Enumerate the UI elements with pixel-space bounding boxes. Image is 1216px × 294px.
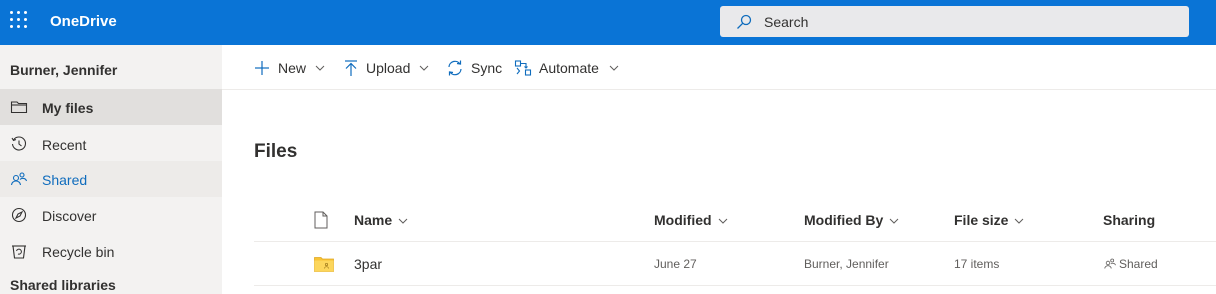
column-header-name[interactable]: Name	[354, 212, 408, 228]
sync-label: Sync	[471, 60, 503, 76]
chevron-down-icon	[718, 218, 727, 225]
app-launcher-icon[interactable]	[10, 11, 28, 29]
sidebar-item-my-files[interactable]: My files	[0, 89, 222, 125]
page-title: Files	[254, 141, 298, 162]
trash-icon	[12, 245, 26, 259]
automate-button[interactable]: Automate	[514, 58, 622, 78]
sync-icon	[448, 60, 462, 76]
folder-icon	[10, 101, 28, 114]
app-title[interactable]: OneDrive	[50, 13, 117, 30]
sidebar-item-recycle-bin[interactable]: Recycle bin	[0, 233, 222, 269]
upload-label: Upload	[366, 60, 411, 76]
sidebar-item-label: Recycle bin	[42, 244, 115, 260]
sidebar-item-shared[interactable]: Shared	[0, 161, 222, 197]
row-file-size: 17 items	[954, 257, 1000, 271]
sidebar-item-discover[interactable]: Discover	[0, 197, 222, 233]
column-header-label: Name	[354, 212, 393, 228]
sidebar-item-label: Shared	[42, 172, 88, 188]
column-header-label: File size	[954, 212, 1009, 228]
new-label: New	[278, 60, 307, 76]
automate-icon	[514, 60, 532, 76]
column-header-modified-by[interactable]: Modified By	[804, 212, 899, 228]
chevron-down-icon	[609, 65, 619, 71]
sidebar-item-label: Discover	[42, 208, 97, 224]
left-navigation: Burner, Jennifer My files Recent Shared …	[0, 45, 222, 294]
sidebar-item-recent[interactable]: Recent	[0, 126, 222, 162]
search-input[interactable]: Search	[764, 14, 808, 30]
search-icon	[737, 14, 752, 29]
people-icon	[10, 172, 28, 186]
plus-icon	[255, 61, 269, 75]
shared-libraries-heading[interactable]: Shared libraries	[10, 277, 116, 293]
chevron-down-icon	[889, 218, 899, 225]
chevron-down-icon	[1015, 218, 1024, 225]
sidebar-item-label: My files	[42, 100, 94, 116]
row-sharing[interactable]: Shared	[1104, 257, 1158, 271]
row-modified: June 27	[654, 257, 697, 271]
file-type-icon[interactable]	[314, 211, 328, 229]
sidebar-item-label: Recent	[42, 137, 87, 153]
column-header-label: Modified	[654, 212, 712, 228]
column-header-label: Modified By	[804, 212, 884, 228]
chevron-down-icon	[398, 218, 408, 225]
history-icon	[11, 136, 27, 151]
sync-button[interactable]: Sync	[446, 58, 504, 78]
search-box[interactable]: Search	[720, 6, 1189, 37]
new-button[interactable]: New	[253, 58, 328, 78]
folder-icon	[314, 257, 334, 272]
column-header-file-size[interactable]: File size	[954, 212, 1024, 228]
chevron-down-icon	[315, 65, 325, 71]
upload-button[interactable]: Upload	[342, 58, 434, 78]
row-modified-by: Burner, Jennifer	[804, 257, 889, 271]
column-header-label: Sharing	[1103, 212, 1156, 228]
user-name: Burner, Jennifer	[10, 62, 118, 78]
chevron-down-icon	[419, 65, 429, 71]
automate-label: Automate	[539, 60, 599, 76]
table-row[interactable]: 3par June 27 Burner, Jennifer 17 items S…	[254, 243, 1216, 286]
compass-icon	[11, 207, 27, 223]
row-name[interactable]: 3par	[354, 256, 382, 272]
people-icon	[1104, 258, 1116, 269]
upload-icon	[345, 60, 357, 76]
column-header-modified[interactable]: Modified	[654, 212, 728, 228]
command-bar: New Upload Sync Automate	[222, 45, 1216, 90]
file-list-header: Name Modified Modified By File size Shar…	[254, 200, 1216, 242]
column-header-sharing[interactable]: Sharing	[1103, 212, 1155, 228]
suite-header: OneDrive Search	[0, 0, 1216, 45]
row-sharing-label: Shared	[1119, 257, 1158, 271]
